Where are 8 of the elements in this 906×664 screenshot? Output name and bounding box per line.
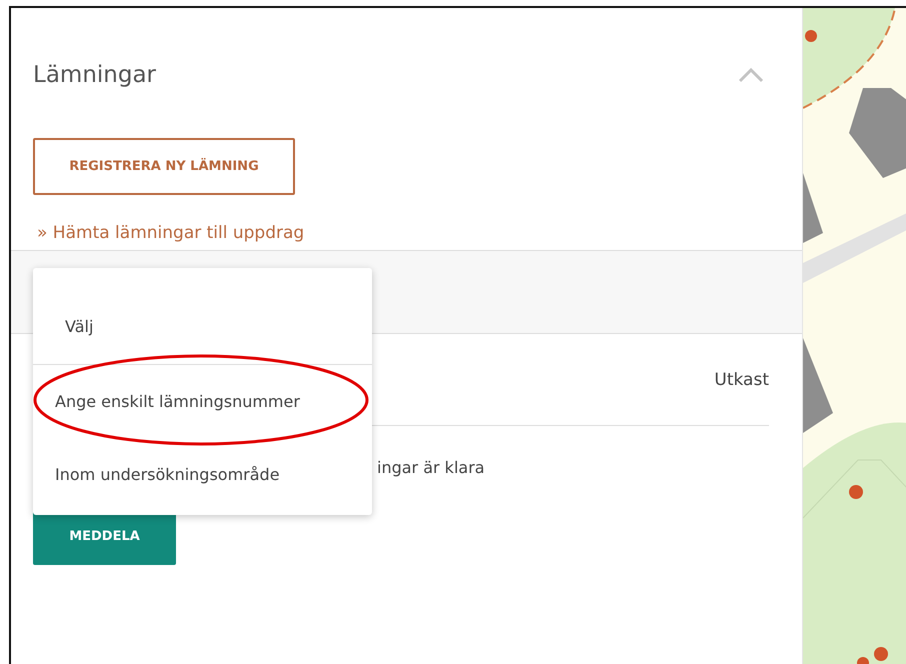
dropdown-placeholder[interactable]: Välj (33, 268, 372, 365)
chevron-up-icon[interactable] (738, 67, 764, 83)
panel-title: Lämningar (33, 62, 156, 88)
fetch-link[interactable]: » Hämta lämningar till uppdrag (37, 223, 304, 243)
dropdown-item[interactable]: Ange enskilt lämningsnummer (33, 365, 372, 437)
status-label: Utkast (714, 370, 769, 390)
register-button[interactable]: REGISTRERA NY LÄMNING (33, 138, 295, 195)
notify-text: ingar är klara (377, 458, 485, 477)
